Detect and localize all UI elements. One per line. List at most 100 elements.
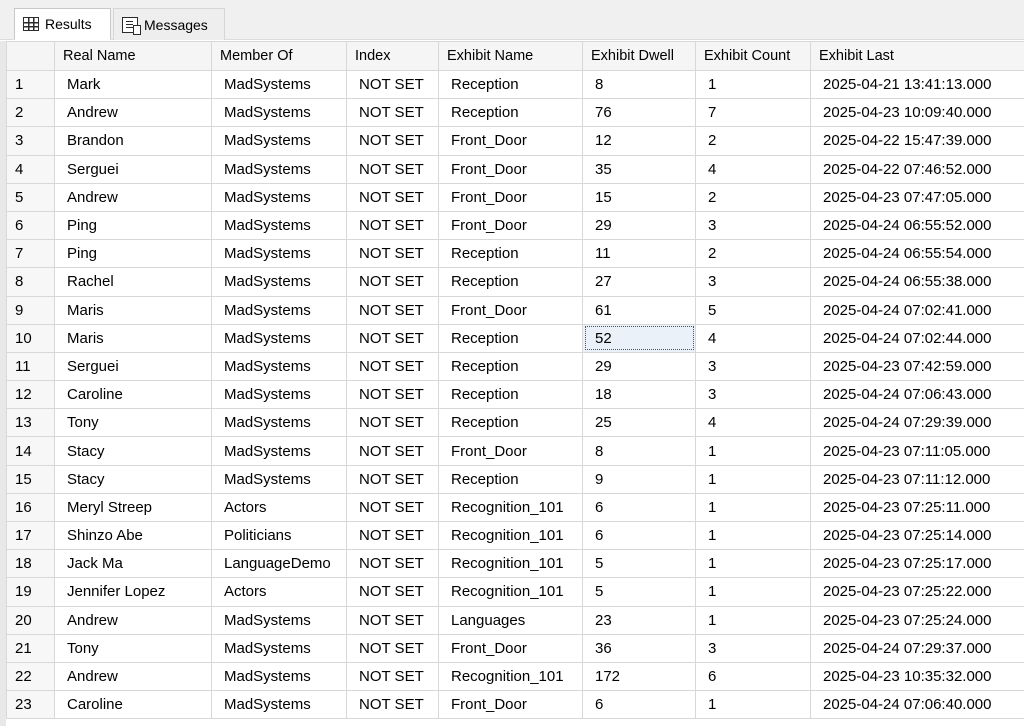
exhibit-dwell-cell[interactable]: 12	[582, 126, 696, 156]
index-cell[interactable]: NOT SET	[346, 98, 439, 128]
real-name-cell[interactable]: Caroline	[54, 380, 212, 410]
exhibit-last-cell[interactable]: 2025-04-24 07:29:39.000	[810, 408, 1024, 438]
member-of-cell[interactable]: MadSystems	[211, 210, 347, 241]
exhibit-last-cell[interactable]: 2025-04-23 07:42:59.000	[810, 351, 1024, 382]
member-of-cell[interactable]: MadSystems	[211, 239, 347, 269]
index-cell[interactable]: NOT SET	[346, 295, 439, 325]
member-of-cell[interactable]: Actors	[211, 577, 347, 607]
exhibit-count-cell[interactable]: 1	[695, 464, 811, 494]
exhibit-count-cell[interactable]: 3	[695, 633, 811, 663]
member-of-cell[interactable]: MadSystems	[211, 154, 347, 184]
table-row[interactable]: 6 Ping MadSystems NOT SET Front_Door 29 3 2025-…	[6, 210, 1024, 241]
exhibit-name-cell[interactable]: Reception	[438, 351, 583, 382]
exhibit-count-cell[interactable]: 5	[695, 295, 811, 325]
exhibit-dwell-cell[interactable]: 76	[582, 98, 696, 128]
real-name-cell[interactable]: Meryl Streep	[54, 492, 212, 523]
row-number-header[interactable]	[6, 41, 55, 71]
row-number[interactable]: 1	[6, 69, 55, 100]
exhibit-last-cell[interactable]: 2025-04-24 07:06:40.000	[810, 690, 1024, 720]
row-number[interactable]: 13	[6, 408, 55, 438]
table-row[interactable]: 11 Serguei MadSystems NOT SET Reception 29 3 20…	[6, 351, 1024, 382]
index-cell[interactable]: NOT SET	[346, 436, 439, 466]
row-number[interactable]: 6	[6, 210, 55, 241]
index-cell[interactable]: NOT SET	[346, 605, 439, 635]
real-name-header[interactable]: Real Name	[54, 41, 212, 71]
row-number[interactable]: 3	[6, 126, 55, 156]
table-row[interactable]: 12 Caroline MadSystems NOT SET Reception 18 3 2…	[6, 380, 1024, 410]
member-of-header[interactable]: Member Of	[211, 41, 347, 71]
exhibit-last-cell[interactable]: 2025-04-24 06:55:52.000	[810, 210, 1024, 241]
exhibit-count-cell[interactable]: 7	[695, 98, 811, 128]
exhibit-name-cell[interactable]: Recognition_101	[438, 520, 583, 551]
exhibit-last-cell[interactable]: 2025-04-23 07:11:05.000	[810, 436, 1024, 466]
exhibit-dwell-cell[interactable]: 35	[582, 154, 696, 184]
table-row[interactable]: 20 Andrew MadSystems NOT SET Languages 23 1 202…	[6, 605, 1024, 635]
row-number[interactable]: 7	[6, 239, 55, 269]
index-header[interactable]: Index	[346, 41, 439, 71]
exhibit-last-cell[interactable]: 2025-04-23 07:11:12.000	[810, 464, 1024, 494]
row-number[interactable]: 11	[6, 351, 55, 382]
exhibit-dwell-cell[interactable]: 23	[582, 605, 696, 635]
real-name-cell[interactable]: Andrew	[54, 98, 212, 128]
exhibit-name-cell[interactable]: Reception	[438, 69, 583, 100]
exhibit-count-cell[interactable]: 2	[695, 126, 811, 156]
index-cell[interactable]: NOT SET	[346, 520, 439, 551]
index-cell[interactable]: NOT SET	[346, 380, 439, 410]
table-row[interactable]: 19 Jennifer Lopez Actors NOT SET Recognition…	[6, 577, 1024, 607]
exhibit-count-cell[interactable]: 4	[695, 154, 811, 184]
exhibit-dwell-cell[interactable]: 8	[582, 69, 696, 100]
row-number[interactable]: 21	[6, 633, 55, 663]
row-number[interactable]: 8	[6, 267, 55, 297]
exhibit-count-cell[interactable]: 4	[695, 323, 811, 353]
row-number[interactable]: 20	[6, 605, 55, 635]
member-of-cell[interactable]: MadSystems	[211, 351, 347, 382]
table-row[interactable]: 4 Serguei MadSystems NOT SET Front_Door 35 4 20…	[6, 154, 1024, 184]
exhibit-dwell-cell[interactable]: 29	[582, 351, 696, 382]
index-cell[interactable]: NOT SET	[346, 549, 439, 579]
exhibit-last-cell[interactable]: 2025-04-23 07:25:22.000	[810, 577, 1024, 607]
exhibit-name-cell[interactable]: Front_Door	[438, 126, 583, 156]
member-of-cell[interactable]: MadSystems	[211, 323, 347, 353]
exhibit-name-cell[interactable]: Reception	[438, 239, 583, 269]
row-number[interactable]: 9	[6, 295, 55, 325]
member-of-cell[interactable]: MadSystems	[211, 380, 347, 410]
index-cell[interactable]: NOT SET	[346, 267, 439, 297]
real-name-cell[interactable]: Andrew	[54, 605, 212, 635]
member-of-cell[interactable]: MadSystems	[211, 661, 347, 692]
table-row[interactable]: 16 Meryl Streep Actors NOT SET Recognition_1…	[6, 492, 1024, 523]
exhibit-count-cell[interactable]: 4	[695, 408, 811, 438]
member-of-cell[interactable]: MadSystems	[211, 464, 347, 494]
exhibit-count-cell[interactable]: 2	[695, 182, 811, 212]
exhibit-last-cell[interactable]: 2025-04-24 07:02:44.000	[810, 323, 1024, 353]
index-cell[interactable]: NOT SET	[346, 690, 439, 720]
real-name-cell[interactable]: Stacy	[54, 436, 212, 466]
exhibit-last-cell[interactable]: 2025-04-24 07:29:37.000	[810, 633, 1024, 663]
exhibit-name-cell[interactable]: Reception	[438, 98, 583, 128]
exhibit-dwell-cell[interactable]: 6	[582, 690, 696, 720]
table-row[interactable]: 10 Maris MadSystems NOT SET Reception 52 4 2025…	[6, 323, 1024, 353]
exhibit-last-cell[interactable]: 2025-04-23 07:47:05.000	[810, 182, 1024, 212]
exhibit-dwell-cell[interactable]: 27	[582, 267, 696, 297]
exhibit-name-cell[interactable]: Front_Door	[438, 210, 583, 241]
exhibit-name-cell[interactable]: Front_Door	[438, 633, 583, 663]
exhibit-last-cell[interactable]: 2025-04-22 07:46:52.000	[810, 154, 1024, 184]
table-row[interactable]: 17 Shinzo Abe Politicians NOT SET Recognitio…	[6, 520, 1024, 551]
tab-results[interactable]: Results	[14, 8, 111, 40]
index-cell[interactable]: NOT SET	[346, 210, 439, 241]
exhibit-dwell-cell[interactable]: 36	[582, 633, 696, 663]
member-of-cell[interactable]: Politicians	[211, 520, 347, 551]
exhibit-name-cell[interactable]: Reception	[438, 323, 583, 353]
real-name-cell[interactable]: Ping	[54, 239, 212, 269]
real-name-cell[interactable]: Shinzo Abe	[54, 520, 212, 551]
exhibit-count-cell[interactable]: 3	[695, 380, 811, 410]
real-name-cell[interactable]: Tony	[54, 408, 212, 438]
exhibit-name-cell[interactable]: Front_Door	[438, 154, 583, 184]
exhibit-name-cell[interactable]: Front_Door	[438, 295, 583, 325]
member-of-cell[interactable]: MadSystems	[211, 69, 347, 100]
real-name-cell[interactable]: Andrew	[54, 182, 212, 212]
row-number[interactable]: 5	[6, 182, 55, 212]
member-of-cell[interactable]: MadSystems	[211, 633, 347, 663]
exhibit-dwell-cell[interactable]: 18	[582, 380, 696, 410]
member-of-cell[interactable]: MadSystems	[211, 690, 347, 720]
exhibit-dwell-cell[interactable]: 6	[582, 520, 696, 551]
